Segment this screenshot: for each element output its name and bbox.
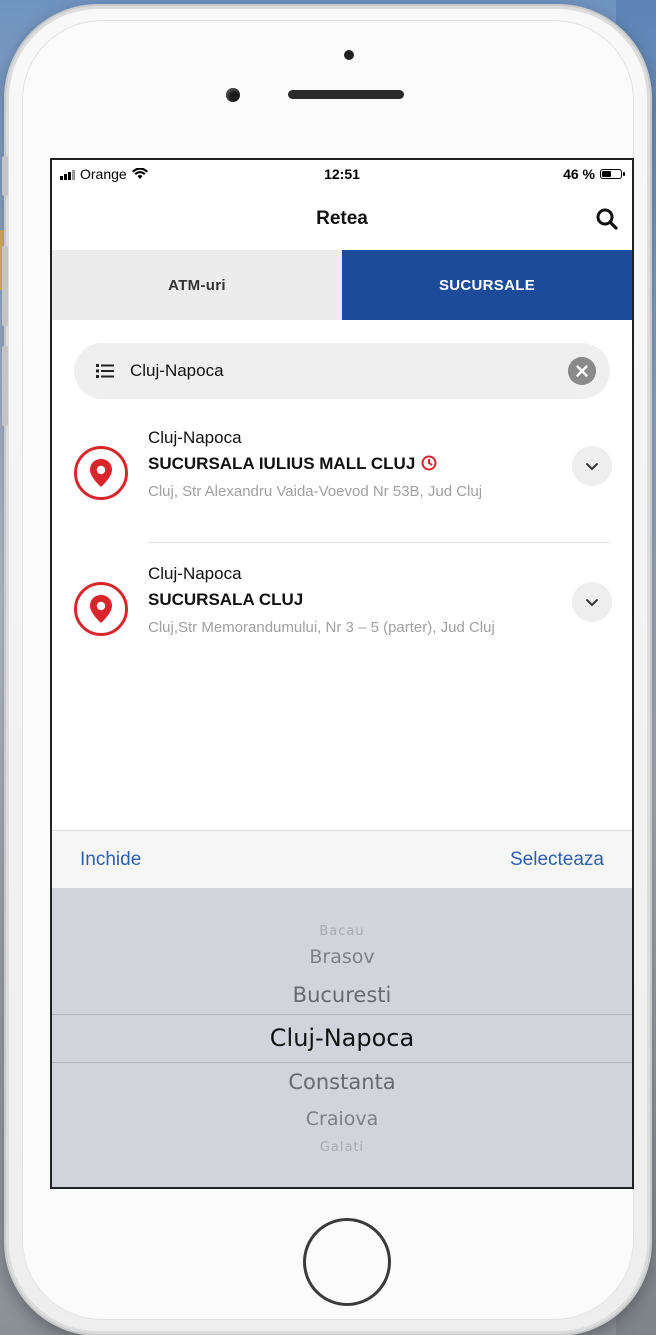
status-bar: Orange 12:51 46 %	[52, 160, 632, 190]
nav-bar: Retea	[52, 190, 632, 250]
chevron-down-icon[interactable]	[572, 582, 612, 622]
search-icon[interactable]	[594, 206, 620, 232]
list-divider	[148, 542, 610, 543]
clock: 12:51	[324, 166, 360, 182]
picker-option[interactable]: Constanta	[52, 1070, 632, 1094]
battery-percent: 46 %	[563, 166, 595, 182]
picker-toolbar: Inchide Selecteaza	[52, 830, 632, 889]
branch-city: Cluj-Napoca	[148, 564, 242, 583]
branch-name: SUCURSALA IULIUS MALL CLUJ	[148, 454, 437, 474]
tab-atm[interactable]: ATM-uri	[52, 250, 342, 320]
list-icon	[96, 364, 114, 378]
branch-name-text: SUCURSALA IULIUS MALL CLUJ	[148, 454, 416, 473]
earpiece-speaker	[288, 90, 404, 99]
branch-city: Cluj-Napoca	[148, 428, 242, 447]
branch-name: SUCURSALA CLUJ	[148, 590, 304, 609]
front-camera	[226, 88, 240, 102]
select-button[interactable]: Selecteaza	[510, 849, 604, 871]
app-screen: Orange 12:51 46 % Retea ATM-uri SUCURSAL…	[50, 158, 634, 1189]
home-button[interactable]	[303, 1218, 391, 1306]
tab-bar: ATM-uri SUCURSALE	[52, 250, 632, 320]
picker-option[interactable]: Craiova	[52, 1108, 632, 1130]
city-filter[interactable]: Cluj-Napoca	[74, 343, 610, 399]
branch-list-item[interactable]: Cluj-Napoca SUCURSALA IULIUS MALL CLUJ C…	[52, 418, 632, 538]
branch-address: Cluj, Str Alexandru Vaida-Voevod Nr 53B,…	[148, 483, 483, 500]
picker-option[interactable]: Bucuresti	[52, 983, 632, 1007]
battery-group: 46 %	[563, 166, 625, 182]
battery-icon	[600, 169, 625, 179]
location-pin-icon	[74, 446, 128, 500]
proximity-sensor	[344, 50, 354, 60]
picker-option[interactable]: Galati	[52, 1140, 632, 1155]
chevron-down-icon[interactable]	[572, 446, 612, 486]
picker-option-selected[interactable]: Cluj-Napoca	[52, 1024, 632, 1052]
city-filter-value: Cluj-Napoca	[130, 361, 224, 380]
picker-selection-top	[52, 1014, 632, 1015]
picker-selection-bottom	[52, 1062, 632, 1063]
page-title: Retea	[316, 208, 368, 229]
volume-up-button	[2, 246, 8, 326]
mute-switch	[2, 156, 8, 196]
volume-down-button	[2, 346, 8, 426]
clock-badge-icon	[421, 455, 437, 471]
location-pin-icon	[74, 582, 128, 636]
city-picker[interactable]: Bacau Brasov Bucuresti Cluj-Napoca Const…	[52, 888, 632, 1187]
picker-option[interactable]: Brasov	[52, 946, 632, 968]
branch-list-item[interactable]: Cluj-Napoca SUCURSALA CLUJ Cluj,Str Memo…	[52, 554, 632, 674]
close-button[interactable]: Inchide	[80, 849, 141, 871]
picker-option[interactable]: Bacau	[52, 924, 632, 939]
clear-icon[interactable]	[568, 357, 596, 385]
tab-branches[interactable]: SUCURSALE	[342, 250, 632, 320]
branch-address: Cluj,Str Memorandumului, Nr 3 – 5 (parte…	[148, 619, 495, 636]
